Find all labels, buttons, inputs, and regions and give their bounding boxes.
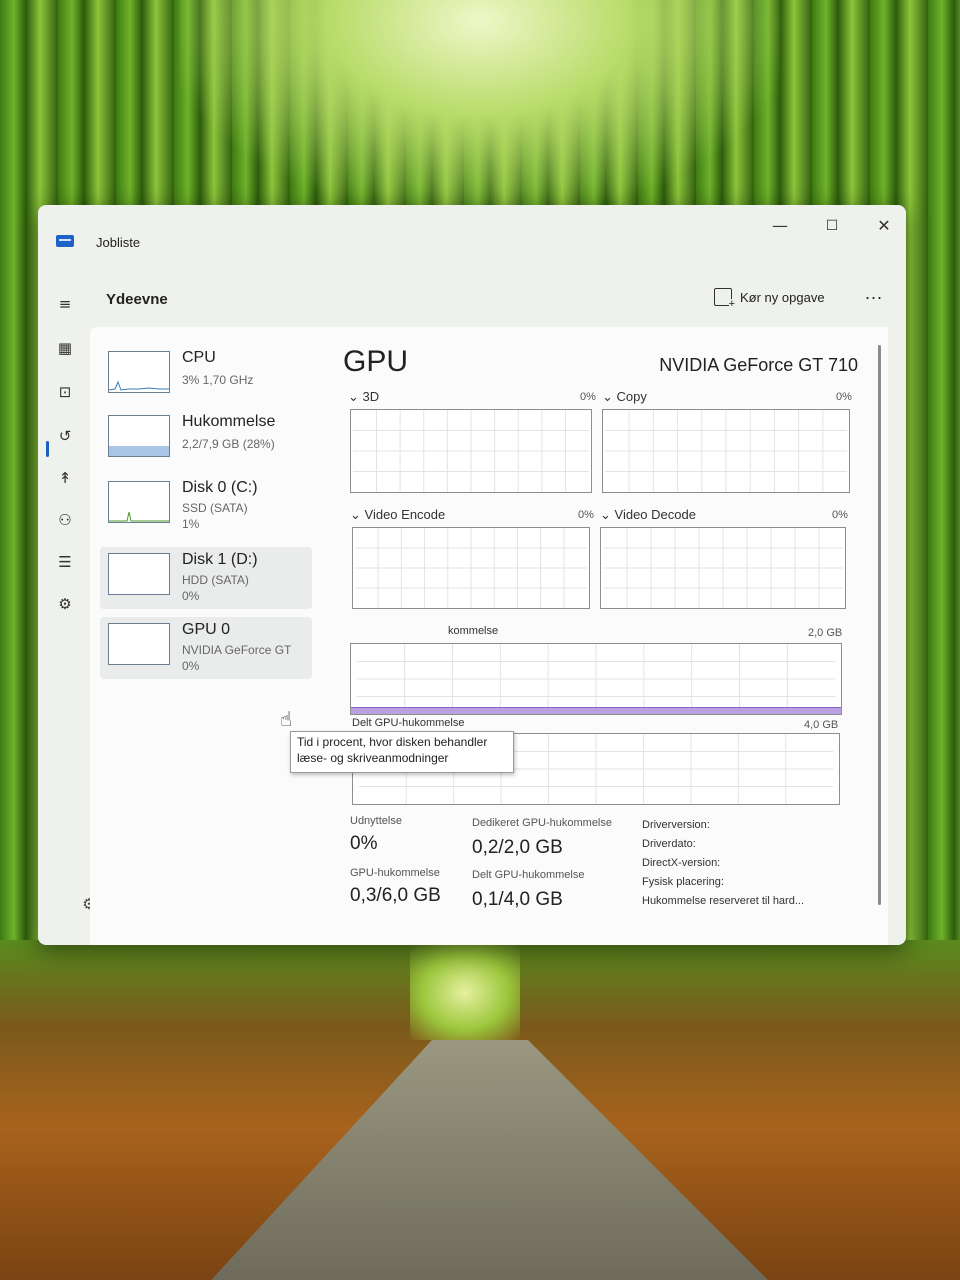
hand-cursor-icon: ☝ bbox=[280, 707, 293, 731]
page-header: Ydeevne Kør ny opgave ... bbox=[90, 265, 906, 327]
device-name: CPU bbox=[182, 349, 216, 366]
gpu-memory-stat-label: GPU-hukommelse bbox=[350, 867, 440, 879]
background-sky bbox=[180, 0, 780, 210]
device-disk-0[interactable]: Disk 0 (C:) SSD (SATA) 1% bbox=[100, 475, 312, 537]
startup-icon[interactable]: ↟ bbox=[52, 465, 78, 491]
run-new-task-label: Kør ny opgave bbox=[740, 289, 825, 305]
device-disk-1[interactable]: Disk 1 (D:) HDD (SATA) 0% bbox=[100, 547, 312, 609]
shared-memory-chart-label: Delt GPU-hukommelse bbox=[352, 717, 465, 729]
dedicated-memory-max: 2,0 GB bbox=[808, 627, 843, 639]
shared-memory-stat-value: 0,1/4,0 GB bbox=[472, 889, 563, 910]
engine-3d-pct: 0% bbox=[580, 391, 596, 403]
processes-icon[interactable]: ▦ bbox=[52, 335, 78, 361]
device-sub: HDD (SATA) bbox=[182, 573, 249, 587]
task-manager-window: Jobliste — ☐ ✕ ≡ ▦ ⊡ ↺ ↟ ⚇ ☰ ⚙ ⚙ Ydeevne… bbox=[38, 205, 906, 945]
utilization-label: Udnyttelse bbox=[350, 815, 402, 827]
gpu-memory-stat-value: 0,3/6,0 GB bbox=[350, 885, 441, 906]
window-title: Jobliste bbox=[96, 235, 141, 250]
device-sub-usage: 0% bbox=[182, 659, 200, 673]
device-gpu-0[interactable]: GPU 0 NVIDIA GeForce GT 0% bbox=[100, 617, 312, 679]
chevron-down-icon: ⌄ bbox=[348, 389, 363, 404]
cpu-thumbnail bbox=[108, 351, 170, 393]
engine-selector-video-decode[interactable]: ⌄ Video Decode bbox=[600, 507, 696, 523]
shared-memory-max: 4,0 GB bbox=[804, 719, 839, 731]
gpu-heading: GPU bbox=[343, 345, 409, 378]
device-sub: NVIDIA GeForce GT bbox=[182, 643, 292, 657]
memory-thumbnail bbox=[108, 415, 170, 457]
dedicated-memory-stat-value: 0,2/2,0 GB bbox=[472, 837, 563, 858]
tooltip-line-2: læse- og skriveanmodninger bbox=[297, 751, 449, 765]
services-icon[interactable]: ⚙ bbox=[52, 591, 78, 617]
title-bar[interactable]: Jobliste — ☐ ✕ bbox=[38, 205, 906, 265]
performance-panel: CPU 3% 1,70 GHz Hukommelse 2,2/7,9 GB (2… bbox=[90, 327, 888, 945]
engine-selector-video-encode[interactable]: ⌄ Video Encode bbox=[350, 507, 445, 523]
users-icon[interactable]: ⚇ bbox=[52, 507, 78, 533]
more-options-button[interactable]: ... bbox=[865, 283, 883, 304]
maximize-button[interactable]: ☐ bbox=[812, 213, 852, 239]
chevron-down-icon: ⌄ bbox=[602, 389, 617, 404]
disk-1-thumbnail bbox=[108, 553, 170, 595]
history-icon[interactable]: ↺ bbox=[52, 423, 78, 449]
device-sub: SSD (SATA) bbox=[182, 501, 248, 515]
chart-dedicated-memory bbox=[350, 643, 842, 715]
device-sub: 3% 1,70 GHz bbox=[182, 373, 254, 387]
task-manager-icon bbox=[56, 235, 74, 247]
device-name: Disk 0 (C:) bbox=[182, 479, 258, 496]
active-indicator bbox=[46, 441, 49, 457]
dedicated-memory-stat-label: Dedikeret GPU-hukommelse bbox=[472, 817, 612, 829]
engine-selector-3d[interactable]: ⌄ 3D bbox=[348, 389, 379, 405]
chart-copy bbox=[602, 409, 850, 493]
tooltip-line-1: Tid i procent, hvor disken behandler bbox=[297, 735, 488, 749]
engine-video-encode-pct: 0% bbox=[578, 509, 594, 521]
chart-video-decode bbox=[600, 527, 846, 609]
utilization-value: 0% bbox=[350, 833, 378, 854]
device-memory[interactable]: Hukommelse 2,2/7,9 GB (28%) bbox=[100, 409, 312, 471]
driver-date-label: Driverdato: bbox=[642, 838, 696, 850]
scrollbar[interactable] bbox=[878, 345, 881, 905]
details-icon[interactable]: ☰ bbox=[52, 549, 78, 575]
shared-memory-stat-label: Delt GPU-hukommelse bbox=[472, 869, 585, 881]
engine-selector-copy[interactable]: ⌄ Copy bbox=[602, 389, 647, 405]
navigation-sidebar: ≡ ▦ ⊡ ↺ ↟ ⚇ ☰ ⚙ bbox=[38, 265, 90, 945]
run-task-icon bbox=[714, 288, 735, 310]
disk-0-thumbnail bbox=[108, 481, 170, 523]
chevron-down-icon: ⌄ bbox=[350, 507, 365, 522]
chart-3d bbox=[350, 409, 592, 493]
device-sub-usage: 0% bbox=[182, 589, 200, 603]
device-sub: 2,2/7,9 GB (28%) bbox=[182, 437, 275, 451]
close-button[interactable]: ✕ bbox=[864, 213, 904, 239]
gpu-model: NVIDIA GeForce GT 710 bbox=[659, 355, 858, 375]
hardware-reserved-memory-label: Hukommelse reserveret til hard... bbox=[642, 895, 804, 907]
gpu-0-thumbnail bbox=[108, 623, 170, 665]
device-name: Disk 1 (D:) bbox=[182, 551, 258, 568]
physical-location-label: Fysisk placering: bbox=[642, 876, 724, 888]
device-name: Hukommelse bbox=[182, 413, 276, 430]
performance-icon[interactable]: ⊡ bbox=[52, 379, 78, 405]
run-new-task-button[interactable]: Kør ny opgave bbox=[714, 283, 825, 311]
device-name: GPU 0 bbox=[182, 621, 231, 638]
engine-video-decode-pct: 0% bbox=[832, 509, 848, 521]
device-cpu[interactable]: CPU 3% 1,70 GHz bbox=[100, 345, 312, 407]
device-sub-usage: 1% bbox=[182, 517, 200, 531]
dedicated-memory-fill bbox=[351, 707, 841, 714]
driver-version-label: Driverversion: bbox=[642, 819, 710, 831]
dedicated-memory-label: kommelse bbox=[448, 625, 499, 637]
background-canopy-light bbox=[410, 945, 520, 1040]
directx-version-label: DirectX-version: bbox=[642, 857, 721, 869]
page-title: Ydeevne bbox=[106, 291, 168, 308]
chart-video-encode bbox=[352, 527, 590, 609]
chevron-down-icon: ⌄ bbox=[600, 507, 615, 522]
disk-tooltip: Tid i procent, hvor disken behandler læs… bbox=[290, 731, 514, 773]
menu-icon[interactable]: ≡ bbox=[52, 291, 78, 317]
engine-copy-pct: 0% bbox=[836, 391, 852, 403]
minimize-button[interactable]: — bbox=[760, 213, 800, 239]
